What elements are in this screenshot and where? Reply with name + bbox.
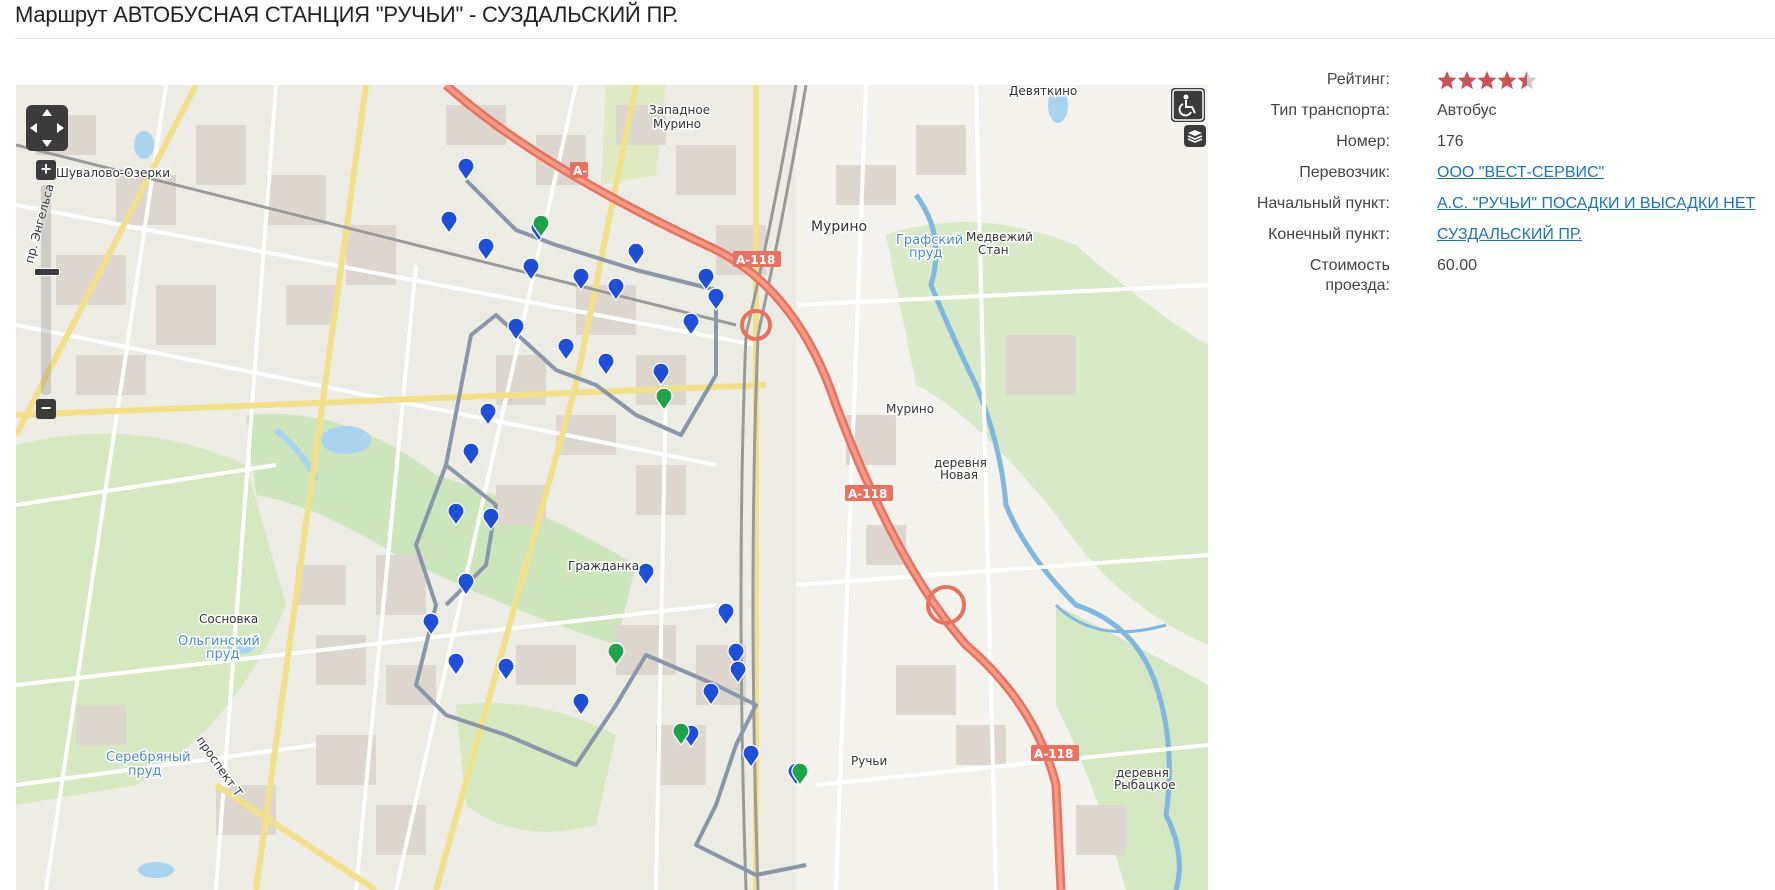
transport-type-label: Тип транспорта: [1270,102,1390,119]
fare-label: Стоимость проезда: [1170,256,1390,296]
zoom-slider-handle[interactable] [34,268,60,276]
map-label-ruchyi: Ручьи [851,754,887,768]
number-row: Номер: 176 [1235,132,1775,163]
map-label-grazhdanka: Гражданка [568,559,639,573]
road-shield-label: А-118 [736,253,775,267]
map-label-murino: Мурино [811,219,867,235]
fare-row: Стоимость проезда: 60.00 [1235,256,1775,300]
number-label: Номер: [1336,133,1390,150]
map-label-zapadnoe-murino-2: Мурино [653,117,701,131]
rating-star-icon[interactable] [1457,71,1477,90]
fare-value: 60.00 [1437,257,1478,274]
page-title: Маршрут АВТОБУСНАЯ СТАНЦИЯ "РУЧЬИ" - СУЗ… [15,2,679,27]
rating-star-icon[interactable] [1497,71,1517,90]
rating-star-icon[interactable] [1517,71,1537,90]
zoom-out-button[interactable]: − [36,399,56,419]
road-shield-3: А-118 [845,485,893,501]
map-label-engelsa: пр. Энгельса [22,182,57,265]
rating-stars[interactable] [1437,70,1539,92]
rating-star-icon[interactable] [1437,71,1457,90]
rating-row: Рейтинг: [1235,70,1775,101]
map-label-prospekt: проспект Т [194,734,246,800]
start-point-row: Начальный пункт: А.С. "РУЧЬИ" ПОСАДКИ И … [1235,194,1775,225]
zoom-in-button[interactable]: + [36,160,56,180]
rating-star-icon[interactable] [1477,71,1497,90]
transport-type-row: Тип транспорта: Автобус [1235,101,1775,132]
carrier-label: Перевозчик: [1299,164,1390,181]
end-point-link[interactable]: СУЗДАЛЬСКИЙ ПР. [1437,226,1582,243]
map-label-zapadnoe-murino: Западное [649,103,710,117]
map-label-murino-2: Мурино [886,402,934,416]
road-shield-label: А-118 [1034,747,1073,761]
carrier-row: Перевозчик: ООО "ВЕСТ-СЕРВИС" [1235,163,1775,194]
map-label-sosnovka: Сосновка [199,612,258,626]
map-label-shuvalovo: Шувалово-Озерки [56,166,170,180]
fare-label-line1: Стоимость [1309,257,1390,274]
start-point-link[interactable]: А.С. "РУЧЬИ" ПОСАДКИ И ВЫСАДКИ НЕТ [1437,195,1755,212]
road-shield-1: А- [570,162,588,178]
map-overlay: А- А-118 А-118 А-118 Шувалово-Озерки пр.… [21,85,1177,877]
map-label-serebryany: Серебряный [106,750,191,765]
fare-label-line2: проезда: [1325,277,1390,294]
map-label-devyatkino: Девяткино [1009,85,1077,98]
pan-control[interactable] [26,105,68,151]
title-divider [15,38,1775,39]
end-point-row: Конечный пункт: СУЗДАЛЬСКИЙ ПР. [1235,225,1775,256]
map-label-serebryany-2: пруд [128,764,161,779]
road-shield-label: А-118 [848,487,887,501]
route-map[interactable]: А- А-118 А-118 А-118 Шувалово-Озерки пр.… [16,85,1208,890]
end-point-label: Конечный пункт: [1268,226,1390,243]
map-label-grafsky-prud-2: пруд [909,246,942,261]
map-label-medvezhy: Медвежий [966,230,1033,244]
road-shield-label: А- [573,164,587,178]
start-point-label: Начальный пункт: [1256,195,1390,212]
route-details: Рейтинг: Тип транспорта: Автобус Номер: … [1235,70,1775,300]
carrier-link[interactable]: ООО "ВЕСТ-СЕРВИС" [1437,164,1604,181]
transport-type-value: Автобус [1437,102,1497,119]
zoom-slider-track[interactable] [41,185,51,395]
number-value: 176 [1437,133,1464,150]
road-shield-2: А-118 [733,251,781,267]
map-label-rybatskoe-2: Рыбацкое [1114,778,1176,792]
map-label-medvezhy-2: Стан [978,243,1009,257]
map-label-novaya-2: Новая [940,468,978,482]
rating-label: Рейтинг: [1326,71,1390,88]
map-label-olginsky-2: пруд [206,647,239,662]
road-shield-4: А-118 [1031,745,1079,761]
